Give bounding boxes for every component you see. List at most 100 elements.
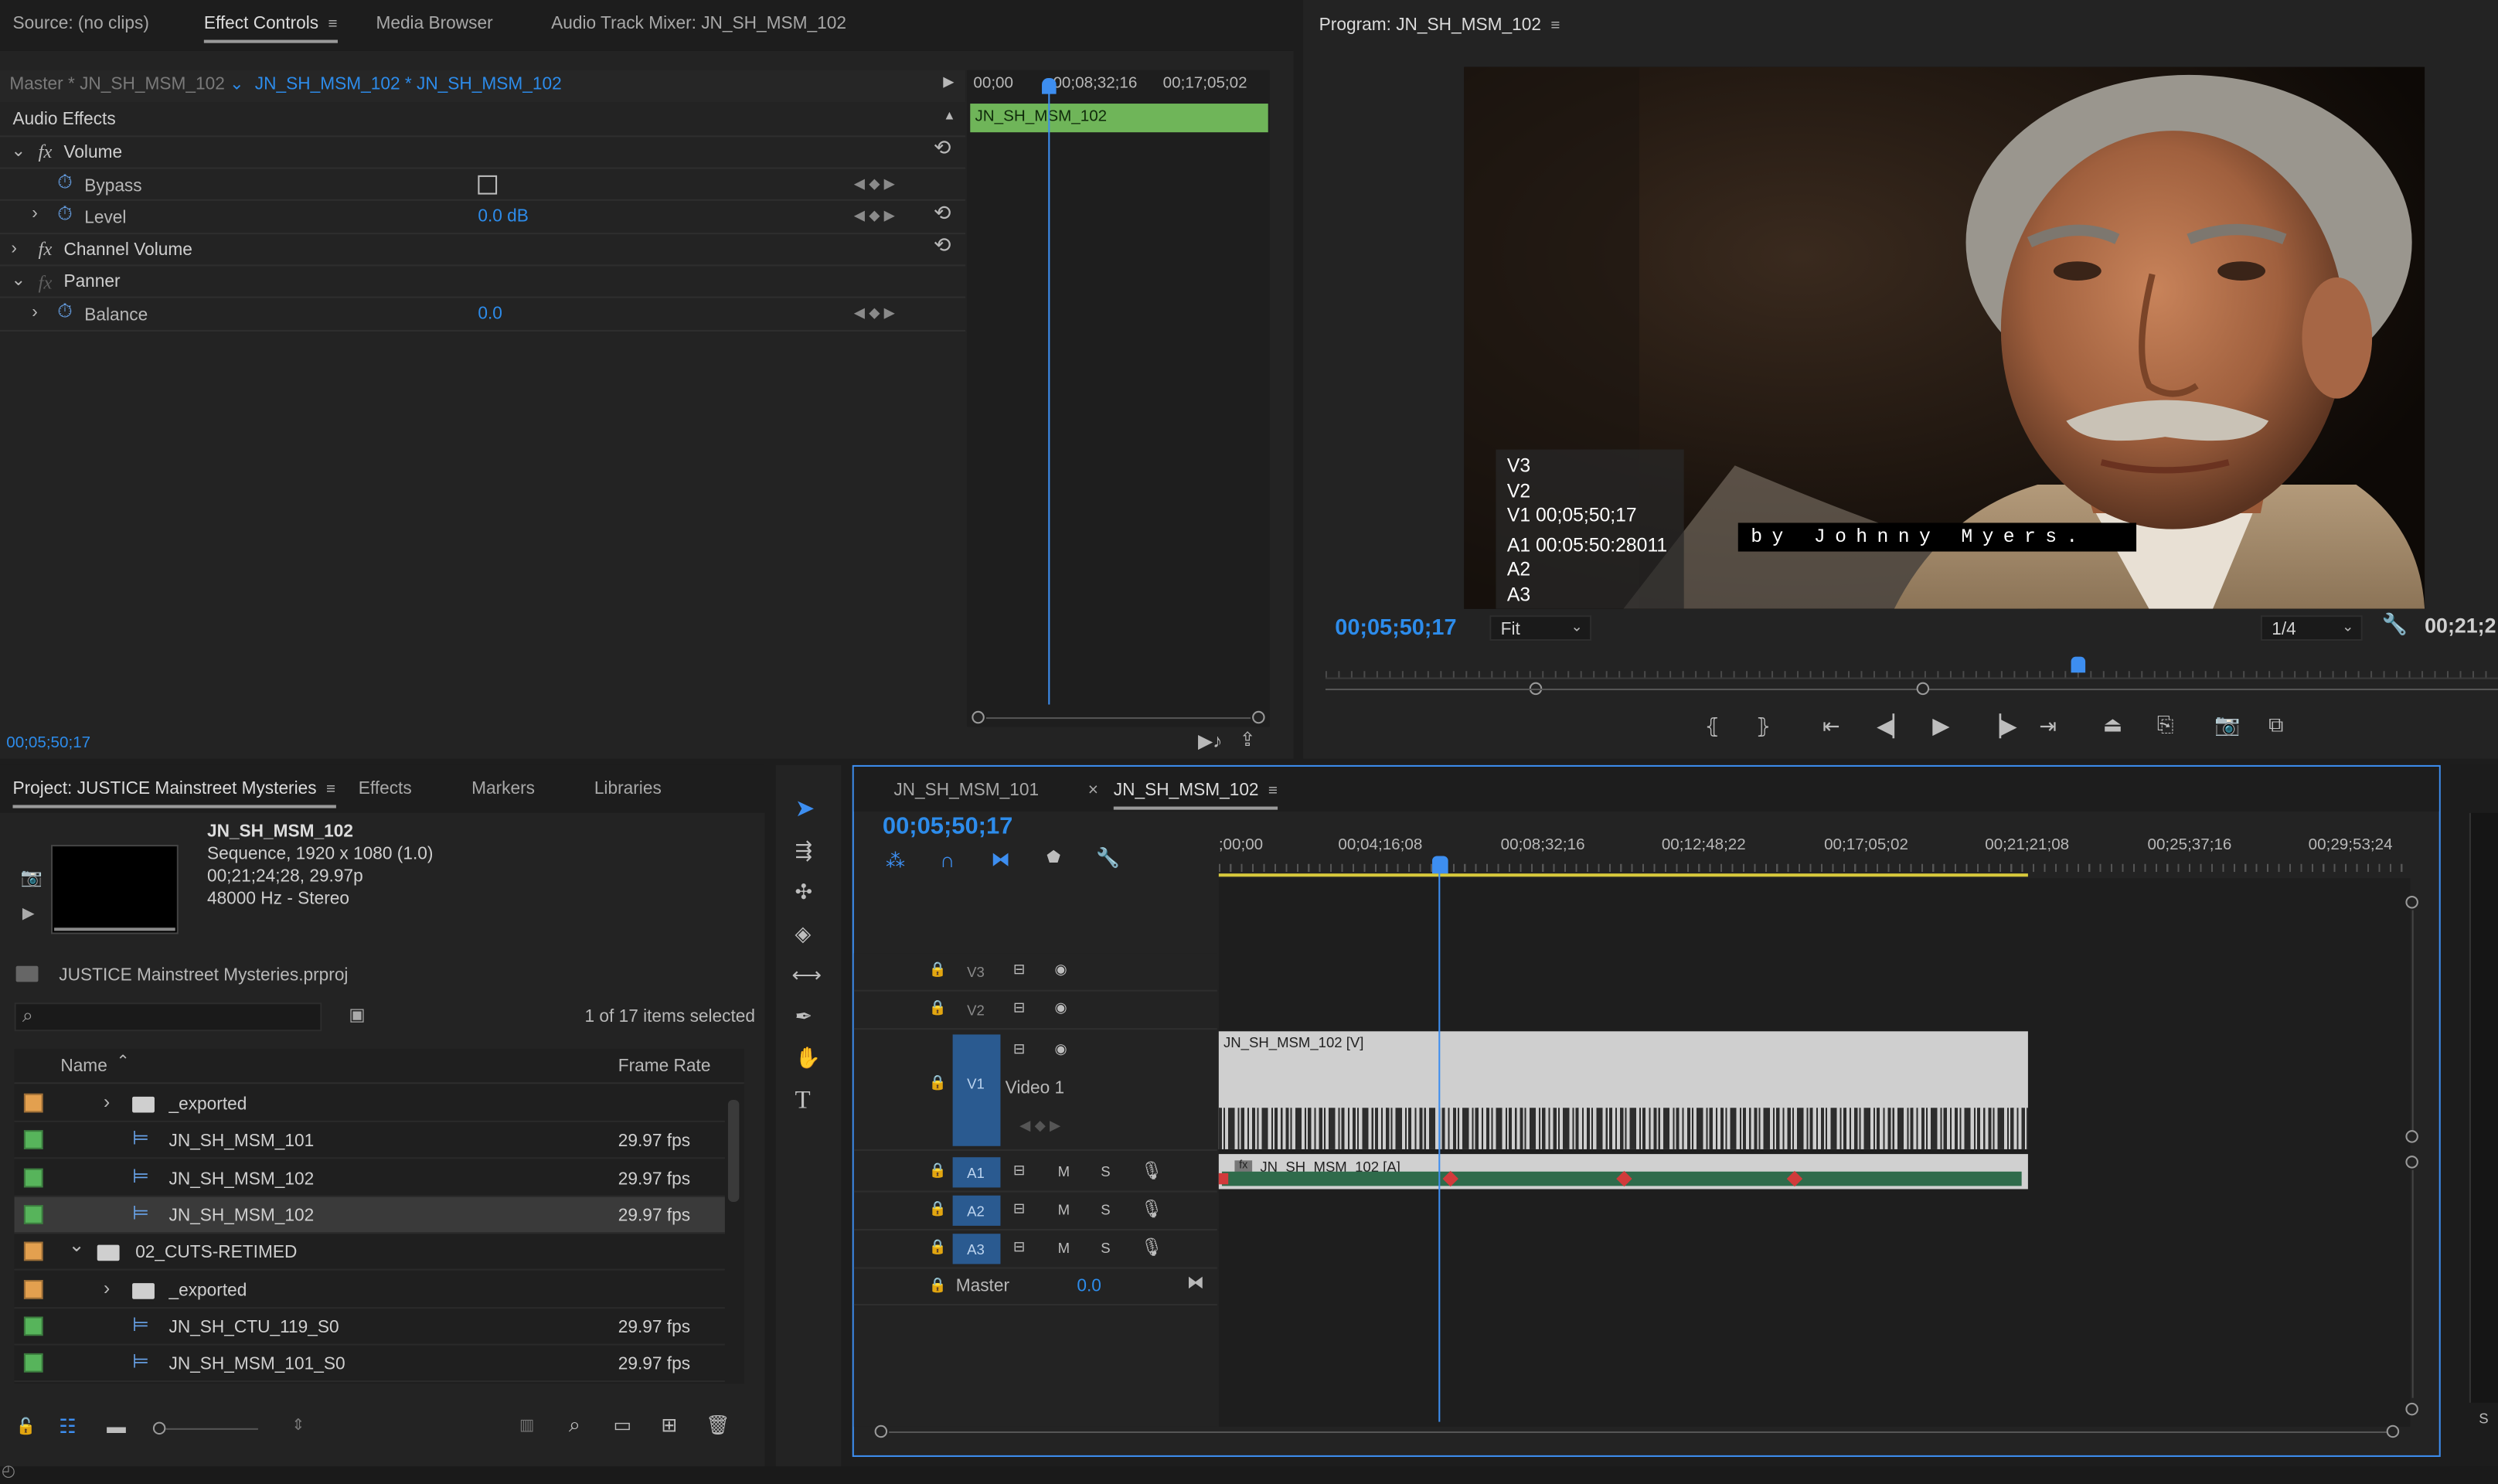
linked-selection-icon[interactable]: ⧓ <box>991 848 1010 870</box>
vertical-scroll-bottom[interactable] <box>2405 1402 2418 1416</box>
chevron-down-icon[interactable]: ⌄ <box>11 270 26 291</box>
lock-icon[interactable]: 🔒 <box>929 1200 947 1218</box>
vertical-scroll-top[interactable] <box>2405 1156 2418 1169</box>
toggle-sync-icon[interactable]: ⊟ <box>1013 1238 1026 1256</box>
automate-icon[interactable]: ▥ <box>519 1417 534 1435</box>
keyframe-nav-icon[interactable]: ◀ ◆ ▶ <box>854 175 895 193</box>
master-clip-label[interactable]: Master * JN_SH_MSM_102 <box>9 75 224 94</box>
sort-up-icon[interactable]: ⌃ <box>116 1053 129 1071</box>
keyframe-marker[interactable] <box>1218 1173 1229 1185</box>
nest-toggle-icon[interactable]: ⁂ <box>886 849 905 872</box>
master-volume-value[interactable]: 0.0 <box>1077 1277 1101 1296</box>
tab-project[interactable]: Project: JUSTICE Mainstreet Mysteries ≡ <box>12 779 335 808</box>
effect-clip-bar[interactable]: JN_SH_MSM_102 <box>970 104 1268 133</box>
new-search-bin-icon[interactable]: ▣ <box>349 1004 365 1025</box>
new-item-icon[interactable]: ⊞ <box>661 1414 677 1436</box>
label-color-swatch[interactable] <box>23 1167 43 1187</box>
slip-tool-icon[interactable]: ⟷ <box>791 963 821 989</box>
loop-audio-icon[interactable]: ▶♪ <box>1198 730 1222 753</box>
toggle-sync-icon[interactable]: ⊟ <box>1013 1200 1026 1218</box>
lift-icon[interactable]: ⏏ <box>2103 713 2122 738</box>
program-video-frame[interactable]: V3 V2 V1 00;05;50;17 A1 00:05:50:28011 A… <box>1464 66 2425 609</box>
panel-menu-icon[interactable]: ≡ <box>328 16 338 34</box>
reset-icon[interactable]: ⟲ <box>934 233 951 258</box>
effect-timecode[interactable]: 00;05;50;17 <box>6 735 90 753</box>
list-item[interactable]: › _exported <box>14 1271 725 1309</box>
go-to-end-icon[interactable]: ⧓ <box>1187 1272 1205 1293</box>
tab-sequence-102[interactable]: JN_SH_MSM_102 ≡ <box>1113 781 1278 810</box>
video-clip[interactable]: JN_SH_MSM_102 [V] <box>1218 1031 2028 1149</box>
list-item[interactable]: ⌄ 02_CUTS-RETIMED <box>14 1234 725 1271</box>
lock-icon[interactable]: 🔒 <box>929 1238 947 1256</box>
vertical-scroll-bottom[interactable] <box>2405 1130 2418 1143</box>
tab-markers[interactable]: Markers <box>471 779 535 798</box>
stopwatch-icon[interactable]: ⏱ <box>57 171 72 195</box>
icon-view-icon[interactable]: ▬ <box>107 1415 126 1438</box>
fit-dropdown[interactable]: Fit ⌄ <box>1489 615 1592 642</box>
zoom-track[interactable] <box>985 717 1251 720</box>
microphone-icon[interactable]: 🎙 <box>1141 1237 1163 1258</box>
mute-button[interactable]: M <box>1058 1240 1070 1256</box>
collapse-timeline-icon[interactable]: ▶ <box>943 73 954 91</box>
play-icon[interactable]: ▶ <box>1932 713 1949 740</box>
zoom-handle-right[interactable] <box>1252 710 1265 724</box>
close-icon[interactable]: × <box>1088 781 1098 801</box>
zoom-track[interactable] <box>1325 688 2498 690</box>
mark-in-icon[interactable]: ⦃ <box>1704 714 1720 740</box>
add-marker-icon[interactable]: ⬟ <box>1047 849 1060 867</box>
program-playhead[interactable] <box>2071 656 2086 673</box>
toggle-sync-icon[interactable]: ⊟ <box>1013 1041 1026 1059</box>
lock-icon[interactable]: 🔒 <box>929 962 947 979</box>
track-label[interactable]: V3 <box>967 965 985 981</box>
stopwatch-icon[interactable]: ⏱ <box>57 203 72 226</box>
list-view-icon[interactable]: ☷ <box>59 1415 76 1438</box>
tab-sequence-101[interactable]: JN_SH_MSM_101 <box>893 781 1039 801</box>
zoom-handle-right[interactable] <box>1916 682 1930 696</box>
chevron-down-icon[interactable]: ⌄ <box>230 73 244 94</box>
lock-icon[interactable]: 🔓 <box>16 1418 36 1436</box>
list-scrollbar[interactable] <box>727 1099 740 1202</box>
list-item[interactable]: ⊨ JN_SH_MSM_101 29.97 fps <box>14 1122 725 1159</box>
zoom-slider-handle[interactable] <box>152 1421 166 1435</box>
lock-icon[interactable]: 🔒 <box>929 999 947 1017</box>
label-color-swatch[interactable] <box>23 1278 43 1298</box>
column-frame-rate[interactable]: Frame Rate <box>618 1057 711 1076</box>
microphone-icon[interactable]: 🎙 <box>1141 1160 1163 1181</box>
lock-icon[interactable]: 🔒 <box>929 1162 947 1179</box>
track-label[interactable]: V2 <box>967 1002 985 1019</box>
sequence-clip-label[interactable]: JN_SH_MSM_102 * JN_SH_MSM_102 <box>255 75 562 94</box>
reset-icon[interactable]: ⟲ <box>934 135 951 161</box>
level-value[interactable]: 0.0 dB <box>478 207 529 226</box>
eye-icon[interactable]: ◉ <box>1055 999 1067 1017</box>
stopwatch-icon[interactable]: ⏱ <box>57 300 72 324</box>
label-color-swatch[interactable] <box>23 1316 43 1336</box>
preview-scrubber[interactable] <box>54 928 175 931</box>
panel-menu-icon[interactable]: ≡ <box>1268 783 1278 801</box>
vertical-scroll-track-audio[interactable] <box>2411 1169 2414 1398</box>
scroll-up-icon[interactable]: ▲ <box>943 108 955 123</box>
keyframe-nav-icon[interactable]: ◀ ◆ ▶ <box>854 305 895 322</box>
mute-button[interactable]: M <box>1058 1202 1070 1218</box>
camera-icon[interactable]: 📷 <box>21 867 43 888</box>
tab-effect-controls[interactable]: Effect Controls ≡ <box>203 15 338 43</box>
list-item[interactable]: ⊨ JN_SH_MSM_102 29.97 fps <box>14 1160 725 1196</box>
program-timecode[interactable]: 00;05;50;17 <box>1335 614 1456 639</box>
find-icon[interactable]: ⌕ <box>569 1412 580 1438</box>
bypass-checkbox[interactable] <box>478 175 498 195</box>
tab-source[interactable]: Source: (no clips) <box>12 15 148 34</box>
solo-button[interactable]: S <box>1101 1240 1110 1256</box>
tab-media-browser[interactable]: Media Browser <box>376 15 492 34</box>
play-icon[interactable]: ▶ <box>22 905 35 923</box>
horizontal-scroll-left[interactable] <box>874 1424 888 1438</box>
compare-icon[interactable]: ⧉ <box>2268 713 2283 738</box>
eye-icon[interactable]: ◉ <box>1055 1041 1067 1059</box>
solo-button[interactable]: S <box>1101 1163 1110 1179</box>
lock-icon[interactable]: 🔒 <box>929 1277 947 1295</box>
timeline-playhead-marker[interactable] <box>1432 856 1448 874</box>
solo-icon[interactable]: S <box>2479 1411 2488 1427</box>
type-tool-icon[interactable]: T <box>795 1087 811 1115</box>
preview-thumbnail[interactable] <box>50 845 179 934</box>
balance-value[interactable]: 0.0 <box>478 305 502 324</box>
program-scrub-ruler[interactable] <box>1325 659 2498 679</box>
step-forward-icon[interactable]: ▕▶ <box>1985 714 2016 740</box>
